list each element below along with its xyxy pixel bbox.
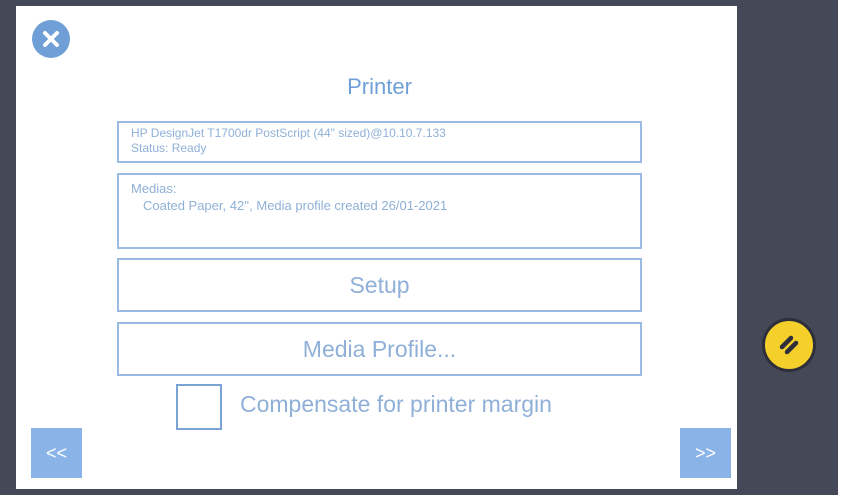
medias-box: Medias: Coated Paper, 42'', Media profil… [117, 173, 642, 249]
next-button[interactable]: >> [680, 428, 731, 478]
frame-bottom [0, 489, 850, 495]
media-profile-button[interactable]: Media Profile... [117, 322, 642, 376]
compensate-margin-label: Compensate for printer margin [240, 391, 552, 417]
frame-left [0, 0, 16, 495]
printer-status: Status: Ready [131, 141, 207, 155]
close-icon [43, 31, 59, 47]
media-item[interactable]: Coated Paper, 42'', Media profile create… [131, 197, 628, 214]
side-panel [737, 0, 838, 495]
pencil-icon [779, 335, 799, 355]
edit-button[interactable] [762, 318, 816, 372]
compensate-margin-checkbox[interactable] [176, 384, 222, 430]
previous-button[interactable]: << [31, 428, 82, 478]
right-edge [838, 0, 850, 495]
medias-label: Medias: [131, 181, 177, 196]
printer-info-box: HP DesignJet T1700dr PostScript (44" siz… [117, 121, 642, 163]
printer-name: HP DesignJet T1700dr PostScript (44" siz… [131, 126, 446, 140]
setup-button[interactable]: Setup [117, 258, 642, 312]
close-button[interactable] [32, 20, 70, 58]
dialog-title: Printer [347, 74, 412, 99]
